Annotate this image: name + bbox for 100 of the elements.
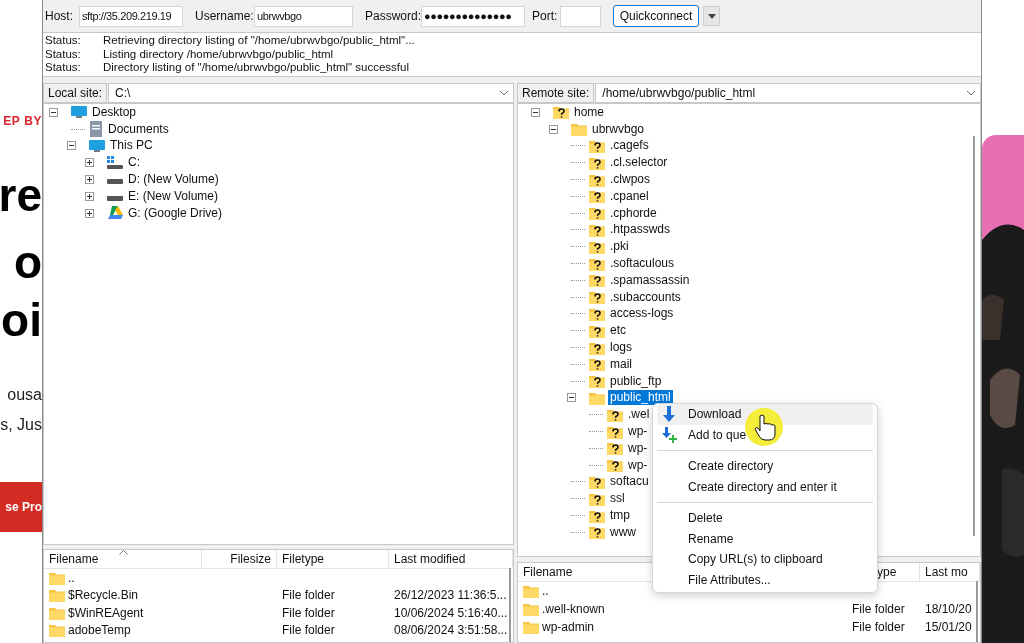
menu-item[interactable]: Add to que — [657, 424, 873, 445]
tree-item[interactable]: .softaculous — [608, 256, 677, 272]
tree-item[interactable]: D: (New Volume) — [126, 172, 221, 188]
tree-item[interactable]: .cpanel — [608, 188, 651, 204]
path-combo[interactable]: /home/ubrwvbgo/public_html — [595, 83, 981, 103]
table-cell-text: File folder — [282, 622, 335, 640]
page-heading: o — [13, 239, 42, 285]
tree-toggle[interactable] — [85, 208, 94, 218]
menu-item[interactable]: Delete — [657, 508, 873, 529]
folder-icon — [523, 620, 539, 634]
tree-toggle[interactable] — [567, 393, 576, 403]
tree-item[interactable]: .cagefs — [608, 138, 651, 154]
tree-item[interactable]: Desktop — [90, 104, 139, 120]
unknown-folder-icon — [589, 508, 605, 523]
tree-item[interactable]: .cphorde — [608, 205, 659, 221]
table-cell-text: File folder — [282, 587, 335, 605]
input-field[interactable] — [560, 5, 601, 27]
file-name[interactable]: .. — [68, 568, 75, 587]
unknown-folder-icon — [589, 222, 605, 237]
unknown-folder-icon — [589, 290, 605, 305]
hand-cursor-icon — [745, 408, 783, 446]
tree-toggle[interactable] — [85, 158, 94, 168]
unknown-folder-icon — [589, 340, 605, 355]
page-button[interactable]: se Pro — [0, 482, 42, 532]
tree-item[interactable]: public_ftp — [608, 373, 664, 389]
tree-item[interactable]: G: (Google Drive) — [126, 205, 225, 221]
quickconnect-button[interactable]: Quickconnect — [613, 5, 699, 27]
input-field[interactable]: ●●●●●●●●●●●●●● — [421, 5, 526, 27]
tree-toggle[interactable] — [67, 141, 76, 151]
tree-item[interactable]: home — [572, 104, 607, 120]
column-header[interactable]: Last modified — [389, 550, 513, 568]
folder-icon — [49, 588, 65, 603]
field-label: Port: — [532, 8, 558, 25]
tree-item[interactable]: .htpasswds — [608, 222, 673, 238]
menu-item[interactable]: Download — [657, 404, 873, 425]
file-name[interactable]: wp-admin — [542, 618, 595, 636]
arrow-down-icon — [662, 406, 676, 423]
menu-item[interactable]: Rename — [657, 528, 873, 549]
input-field[interactable]: sftp://35.209.219.19 — [79, 5, 183, 27]
log-message: Directory listing of "/home/ubrwvbgo/public_html" successful — [103, 61, 409, 75]
tree-item[interactable]: www — [608, 524, 638, 540]
tree-item[interactable]: C: — [126, 155, 142, 171]
file-name[interactable]: adobeTemp — [68, 621, 131, 640]
tree-item[interactable]: access-logs — [608, 306, 676, 322]
tree-item[interactable]: softacu — [608, 474, 651, 490]
scrollbar[interactable] — [976, 581, 978, 642]
tree-item[interactable]: logs — [608, 340, 634, 356]
page-heading: re — [0, 172, 42, 218]
field-label: Host: — [45, 8, 73, 25]
tree-toggle[interactable] — [531, 107, 540, 117]
unknown-folder-icon — [589, 306, 605, 321]
tree-item[interactable]: .cl.selector — [608, 155, 670, 171]
tree-item[interactable]: .clwpos — [608, 172, 652, 188]
menu-item[interactable]: Create directory and enter it — [657, 476, 873, 497]
tree-item[interactable]: etc — [608, 323, 628, 339]
unknown-folder-icon — [589, 239, 605, 254]
file-name[interactable]: $Recycle.Bin — [68, 586, 139, 605]
tree-item[interactable]: tmp — [608, 508, 632, 523]
table-cell-text: 08/06/2024 3:51:58... — [394, 622, 508, 640]
tree-item[interactable]: mail — [608, 356, 634, 372]
tree-item[interactable]: This PC — [108, 138, 155, 154]
dropdown-button[interactable] — [703, 6, 720, 26]
tree-item[interactable]: .pki — [608, 239, 631, 255]
add-queue-icon — [662, 426, 678, 443]
file-name[interactable]: $WinREAgent — [68, 603, 144, 622]
tree-item[interactable]: .spamassassin — [608, 272, 692, 288]
folder-icon — [523, 584, 539, 598]
scrollbar[interactable] — [509, 568, 511, 642]
input-field[interactable]: ubrwvbgo — [254, 5, 353, 27]
column-header[interactable]: Filesize — [202, 550, 277, 568]
tree-toggle[interactable] — [49, 107, 58, 117]
unknown-folder-icon — [607, 458, 623, 473]
column-header[interactable]: Filetype — [277, 550, 389, 568]
page-tagline: EP BY — [3, 113, 42, 129]
tree-toggle[interactable] — [549, 124, 558, 134]
tree-item[interactable]: ssl — [608, 491, 627, 507]
tree-toggle[interactable] — [85, 191, 94, 201]
unknown-folder-icon — [589, 172, 605, 187]
tree-item[interactable]: E: (New Volume) — [126, 188, 221, 204]
tree-item[interactable]: .wel — [626, 407, 652, 423]
column-header[interactable]: Filename — [44, 550, 202, 568]
column-header[interactable]: Last mo — [920, 563, 980, 581]
unknown-folder-icon — [589, 474, 605, 489]
tree-item[interactable]: wp- — [626, 457, 650, 473]
menu-item[interactable]: Create directory — [657, 456, 873, 477]
tree-item[interactable]: wp- — [626, 440, 650, 456]
file-name[interactable]: .well-known — [542, 600, 605, 618]
tree-item[interactable]: wp- — [626, 424, 650, 440]
tree-item[interactable]: public_html — [608, 390, 673, 406]
path-combo[interactable]: C:\ — [108, 83, 514, 103]
tree-item[interactable]: .subaccounts — [608, 289, 683, 305]
tree-item[interactable]: ubrwvbgo — [590, 121, 647, 137]
tree-item[interactable]: Documents — [106, 121, 171, 137]
table-cell-text: 15/01/20 — [925, 619, 972, 636]
folder-icon — [49, 623, 65, 638]
log-label: Status: — [45, 47, 82, 61]
scrollbar[interactable] — [973, 136, 975, 536]
file-name[interactable]: .. — [542, 582, 549, 600]
tree-toggle[interactable] — [85, 175, 94, 185]
field-label: Username: — [195, 8, 254, 25]
